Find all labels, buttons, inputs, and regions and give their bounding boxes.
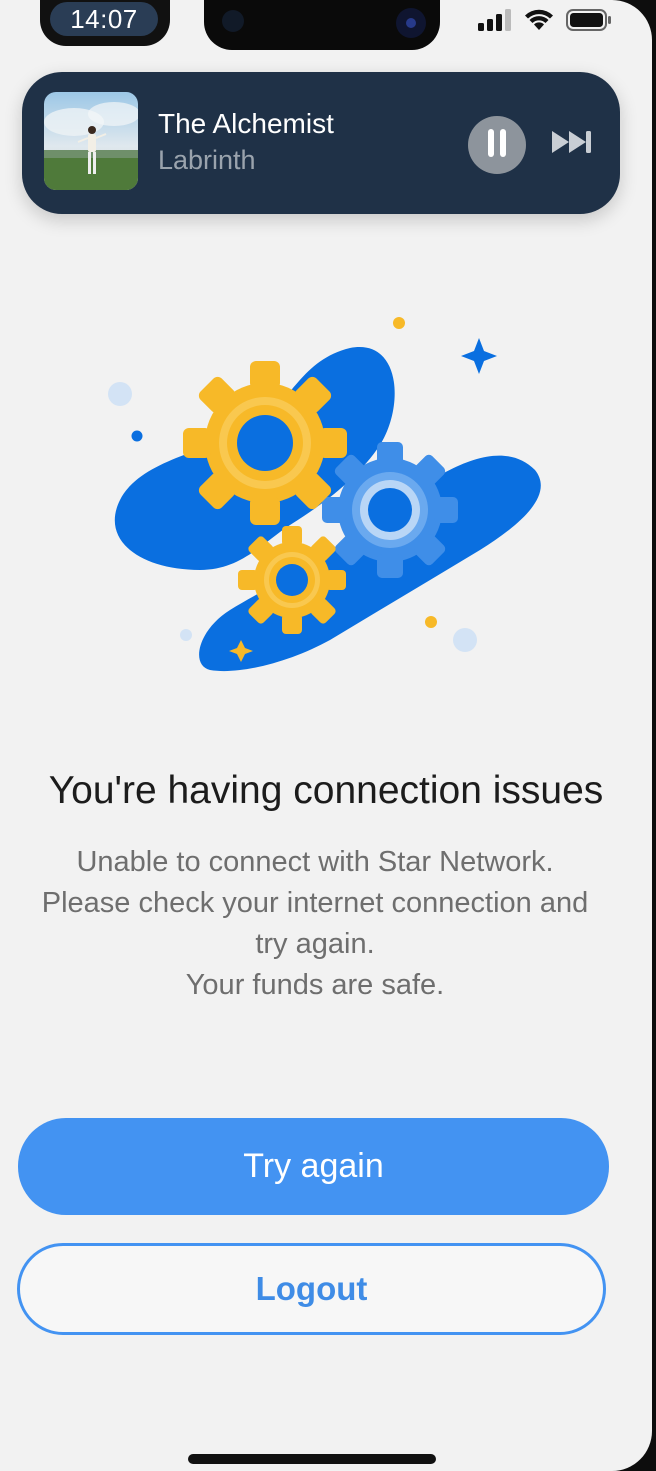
- next-track-icon: [550, 128, 594, 161]
- decor-dot: [180, 629, 192, 641]
- front-camera: [396, 8, 426, 38]
- gear-icon: [183, 361, 347, 525]
- error-message-line: try again.: [255, 928, 375, 960]
- status-bar: 14:07: [0, 0, 652, 50]
- error-message-line: Please check your internet connection an…: [41, 887, 589, 919]
- cellular-signal-icon: [478, 8, 512, 36]
- sparkle-icon: [461, 338, 497, 374]
- status-icons: [478, 8, 612, 36]
- pause-icon: [484, 127, 510, 164]
- now-playing-widget[interactable]: The Alchemist Labrinth: [22, 72, 620, 214]
- error-message-line: Unable to connect with Star Network.: [76, 846, 554, 878]
- track-title: The Alchemist: [158, 108, 334, 139]
- error-message-line: Your funds are safe.: [185, 969, 445, 1001]
- home-indicator[interactable]: [188, 1454, 436, 1464]
- error-message: Unable to connect with Star Network. Ple…: [0, 842, 630, 1006]
- battery-icon: [566, 8, 612, 36]
- decor-dot: [393, 317, 405, 329]
- decor-dot: [131, 430, 143, 442]
- next-track-button[interactable]: [548, 124, 596, 164]
- decor-dot: [425, 616, 437, 628]
- error-heading: You're having connection issues: [48, 769, 604, 812]
- island-sensor: [222, 10, 244, 32]
- gear-icon: [322, 442, 458, 578]
- try-again-button[interactable]: Try again: [18, 1118, 609, 1215]
- pause-button[interactable]: [468, 116, 526, 174]
- status-time: 14:07: [50, 2, 158, 36]
- decor-dot: [108, 382, 132, 406]
- wifi-icon: [524, 9, 554, 36]
- decor-dot: [453, 628, 477, 652]
- gear-icon: [238, 526, 346, 634]
- album-art: [44, 92, 138, 190]
- time-pill: 14:07: [40, 0, 170, 46]
- logout-button[interactable]: Logout: [17, 1243, 606, 1335]
- track-artist: Labrinth: [158, 145, 256, 175]
- phone-screen: 14:07 The Alchemist Labrinth You're havi…: [0, 0, 652, 1471]
- connection-error-illustration: [100, 310, 550, 690]
- dynamic-island: [204, 0, 440, 50]
